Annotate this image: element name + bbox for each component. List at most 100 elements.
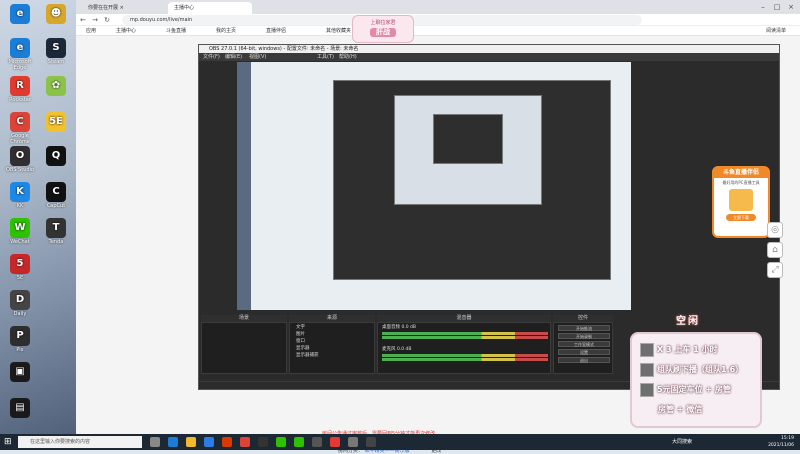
taskbar: ⊞ 在这里输入你要搜索的内容 大同搜索 15:19 2021/11/06 (0, 434, 800, 450)
status-row: 5元固定车位 + 房管 (640, 382, 731, 398)
bookmark-item[interactable]: 我的主页 (216, 26, 236, 36)
app-icon[interactable] (222, 437, 232, 447)
folder-icon[interactable] (186, 437, 196, 447)
home-icon[interactable]: ⌂ (767, 242, 783, 258)
desktop-icon[interactable]: P Pix (2, 326, 38, 353)
desktop-icon[interactable]: R Rockstar (2, 76, 38, 103)
start-recording-button[interactable]: 开始录制 (558, 333, 610, 339)
tray-label[interactable]: 大同搜索 (672, 435, 692, 449)
menu-help[interactable]: 帮助(H) (339, 53, 357, 61)
mixer-panel: 桌面音频 0.0 dB 麦克风 0.0 dB (377, 322, 551, 374)
windows-start-icon[interactable]: ⊞ (4, 437, 14, 447)
task-view-icon[interactable] (150, 437, 160, 447)
tab-2[interactable]: 主播中心 (168, 2, 252, 14)
bookmark-item[interactable]: 应用 (86, 26, 96, 36)
start-streaming-button[interactable]: 开始推流 (558, 325, 610, 331)
menu-edit[interactable]: 编辑(E) (225, 53, 242, 61)
item-icon (640, 362, 654, 377)
obs-preview[interactable] (237, 62, 631, 310)
desktop-icon[interactable]: ☻ (38, 4, 74, 25)
desktop-icon[interactable]: O OBS Studio (2, 146, 38, 173)
menu-file[interactable]: 文件(F) (203, 53, 220, 61)
settings-button[interactable]: 设置 (558, 349, 610, 355)
bookmark-item[interactable]: 其他收藏夹 (326, 26, 351, 36)
desktop-icon[interactable]: D Daily (2, 290, 38, 317)
app-icon: 5E (46, 112, 66, 132)
source-item[interactable]: 图片 (296, 332, 305, 338)
back-icon[interactable]: ← (78, 15, 88, 25)
expand-icon[interactable]: ⤢ (767, 262, 783, 278)
forward-icon[interactable]: → (90, 15, 100, 25)
app-icon[interactable] (330, 437, 340, 447)
app-icon: K (10, 182, 30, 202)
desktop-icon[interactable]: 5E (38, 112, 74, 133)
wechat-icon: W (10, 218, 30, 238)
taskbar-clock[interactable]: 15:19 2021/11/06 (768, 435, 794, 449)
taskbar-search[interactable]: 在这里输入你要搜索的内容 (18, 436, 142, 448)
obs-icon[interactable] (258, 437, 268, 447)
promo-subtitle: 最好用的PC直播工具 (722, 180, 760, 185)
scenes-panel[interactable] (201, 322, 287, 374)
source-item[interactable]: 显示器 (296, 346, 310, 352)
desktop-icon[interactable]: e Microsoft Edge (2, 38, 38, 71)
desktop-icon-label: 5E (16, 275, 24, 281)
close-icon[interactable]: × (784, 0, 798, 14)
wechat-icon[interactable] (276, 437, 286, 447)
app-icon: ✿ (46, 76, 66, 96)
minimize-icon[interactable]: – (756, 0, 770, 14)
desktop-icon[interactable]: ▤ (2, 398, 38, 419)
tab-1[interactable]: 你要在在开展 × (82, 2, 166, 14)
bookmark-item[interactable]: 斗鱼直播 (166, 26, 186, 36)
desktop-icon[interactable]: C Google Chrome (2, 112, 38, 145)
desktop-icon[interactable]: ✿ (38, 76, 74, 97)
desktop-icon[interactable]: T Tenda (38, 218, 74, 245)
desktop-icon[interactable]: e (2, 4, 38, 25)
menu-tools[interactable]: 工具(T) (317, 53, 334, 61)
mixer-channel-label: 桌面音频 (382, 325, 400, 330)
chrome-icon[interactable] (240, 437, 250, 447)
exit-button[interactable]: 退出 (558, 357, 610, 363)
bookmark-item[interactable]: 阅读清单 (766, 26, 786, 36)
app-icon: T (46, 218, 66, 238)
promo-card[interactable]: 斗鱼直播伴侣 最好用的PC直播工具 立即下载 (712, 166, 770, 238)
desktop-icon[interactable]: C CapCut (38, 182, 74, 209)
desktop-icon[interactable]: K KK (2, 182, 38, 209)
mixer-channel: 麦克风 0.0 dB (382, 347, 548, 361)
desktop-icon[interactable]: W WeChat (2, 218, 38, 245)
app-icon[interactable] (312, 437, 322, 447)
maximize-icon[interactable]: □ (770, 0, 784, 14)
mixer-header: 混音器 (377, 315, 551, 322)
download-button[interactable]: 立即下载 (726, 214, 756, 221)
menu-view[interactable]: 视图(V) (249, 53, 266, 61)
source-item[interactable]: 窗口 (296, 339, 305, 345)
bookmark-item[interactable]: 主播中心 (116, 26, 136, 36)
app-icon[interactable] (294, 437, 304, 447)
capcut-icon: C (46, 182, 66, 202)
desktop-icon-label: KK (16, 203, 24, 209)
item-icon (640, 382, 654, 397)
mixer-channel-label: 麦克风 (382, 347, 396, 352)
studio-mode-button[interactable]: 工作室模式 (558, 341, 610, 347)
obs-title: OBS 27.0.1 (64-bit, windows) - 配置文件: 未命名… (209, 46, 359, 52)
desktop-icon[interactable]: 5 5E (2, 254, 38, 281)
qq-icon: Q (46, 146, 66, 166)
desktop-icon[interactable]: S Steam (38, 38, 74, 65)
reload-icon[interactable]: ↻ (102, 15, 112, 25)
app-icon[interactable] (204, 437, 214, 447)
source-item[interactable]: 文字 (296, 325, 305, 331)
app-icon[interactable] (348, 437, 358, 447)
mixer-channel: 桌面音频 0.0 dB (382, 325, 548, 339)
app-icon[interactable] (366, 437, 376, 447)
desktop-icon-label: Steam (47, 59, 65, 65)
mixer-db: 0.0 dB (396, 347, 412, 352)
app-icon: R (10, 76, 30, 96)
status-row: X 3 上车 1 小时 (640, 342, 717, 358)
edge-icon[interactable] (168, 437, 178, 447)
desktop-icon[interactable]: Q (38, 146, 74, 167)
streamer-badge: 上聊拉家君 肝战 (352, 15, 414, 43)
item-icon (640, 342, 654, 357)
target-icon[interactable]: ◎ (767, 222, 783, 238)
source-item[interactable]: 显示器捕获 (296, 353, 319, 359)
bookmark-item[interactable]: 直播伴侣 (266, 26, 286, 36)
desktop-icon[interactable]: ▣ (2, 362, 38, 383)
